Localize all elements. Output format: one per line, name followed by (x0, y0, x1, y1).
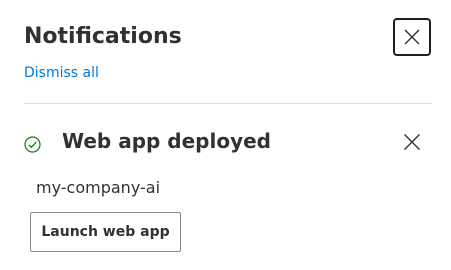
notification-body: my-company-ai (36, 178, 161, 197)
divider (24, 103, 432, 104)
launch-web-app-button[interactable]: Launch web app (30, 212, 181, 252)
notification-title: Web app deployed (62, 129, 271, 153)
panel-title: Notifications (24, 24, 182, 49)
dismiss-all-link[interactable]: Dismiss all (24, 63, 99, 83)
close-icon (404, 134, 420, 150)
notifications-panel: Notifications Dismiss all Web app deploy… (0, 0, 451, 270)
close-icon (404, 29, 420, 45)
dismiss-notification-button[interactable] (402, 132, 422, 152)
success-check-icon (24, 136, 41, 153)
close-panel-button[interactable] (393, 18, 431, 56)
